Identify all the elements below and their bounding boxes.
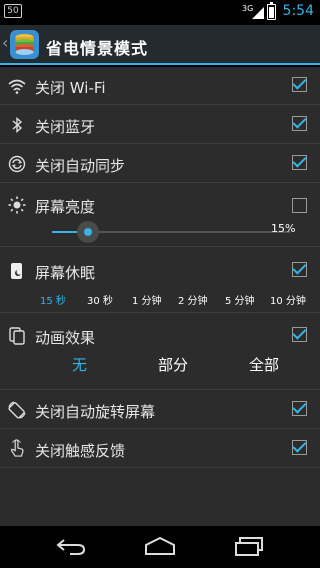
back-icon[interactable] bbox=[56, 536, 88, 556]
clock: 5:54 bbox=[282, 3, 314, 19]
animation-icon bbox=[9, 327, 25, 345]
recent-apps-icon[interactable] bbox=[234, 536, 266, 556]
setting-row-sync[interactable]: 关闭自动同步 bbox=[0, 145, 320, 183]
setting-label: 关闭触感反馈 bbox=[35, 442, 126, 460]
screen-sleep-icon bbox=[11, 263, 22, 279]
status-bar: 50 3G 5:54 bbox=[0, 0, 320, 25]
setting-row-animation[interactable]: 动画效果 bbox=[0, 314, 320, 390]
up-navigation-icon[interactable]: ‹ bbox=[2, 33, 8, 52]
sync-checkbox[interactable] bbox=[292, 155, 307, 170]
sleep-option[interactable]: 10 分钟 bbox=[270, 292, 306, 307]
setting-label: 关闭 Wi-Fi bbox=[35, 79, 106, 97]
sleep-option[interactable]: 5 分钟 bbox=[225, 292, 255, 307]
signal-icon bbox=[252, 7, 264, 19]
setting-row-wifi[interactable]: 关闭 Wi-Fi bbox=[0, 67, 320, 105]
setting-label: 屏幕亮度 bbox=[35, 198, 96, 216]
animation-checkbox[interactable] bbox=[292, 327, 307, 342]
navigation-bar bbox=[0, 526, 320, 568]
sleep-option[interactable]: 15 秒 bbox=[40, 292, 66, 307]
haptic-checkbox[interactable] bbox=[292, 440, 307, 455]
setting-row-bluetooth[interactable]: 关闭蓝牙 bbox=[0, 106, 320, 144]
animation-option[interactable]: 部分 bbox=[158, 354, 188, 375]
brightness-icon bbox=[8, 196, 26, 214]
notification-badge: 50 bbox=[4, 4, 22, 18]
rotate-icon bbox=[8, 401, 26, 419]
bluetooth-icon bbox=[12, 116, 23, 134]
setting-label: 关闭自动旋转屏幕 bbox=[35, 403, 156, 421]
animation-option[interactable]: 无 bbox=[72, 354, 87, 375]
setting-label: 关闭蓝牙 bbox=[35, 118, 96, 136]
sleep-option[interactable]: 30 秒 bbox=[87, 292, 113, 307]
setting-label: 动画效果 bbox=[35, 329, 96, 347]
sleep-checkbox[interactable] bbox=[292, 262, 307, 277]
home-icon[interactable] bbox=[143, 536, 177, 556]
setting-row-rotation[interactable]: 关闭自动旋转屏幕 bbox=[0, 391, 320, 429]
battery-icon bbox=[267, 2, 276, 20]
wifi-checkbox[interactable] bbox=[292, 77, 307, 92]
page-title: 省电情景模式 bbox=[46, 39, 149, 58]
sleep-option[interactable]: 1 分钟 bbox=[132, 292, 162, 307]
brightness-slider[interactable] bbox=[52, 221, 290, 243]
setting-label: 屏幕休眠 bbox=[35, 264, 96, 282]
setting-row-brightness[interactable]: 屏幕亮度 bbox=[0, 184, 320, 247]
sleep-option[interactable]: 2 分钟 bbox=[178, 292, 208, 307]
brightness-slider-thumb[interactable] bbox=[77, 221, 99, 243]
battery-stack-icon[interactable] bbox=[10, 30, 39, 59]
setting-label: 关闭自动同步 bbox=[35, 157, 126, 175]
settings-list: 关闭 Wi-Fi 关闭蓝牙 关闭自动同步 屏幕亮度 15% 屏幕休眠 15 秒 … bbox=[0, 67, 320, 526]
touch-feedback-icon bbox=[10, 439, 24, 457]
sync-icon bbox=[8, 155, 26, 173]
rotation-checkbox[interactable] bbox=[292, 401, 307, 416]
brightness-checkbox[interactable] bbox=[292, 198, 307, 213]
action-bar: ‹ 省电情景模式 bbox=[0, 25, 320, 65]
setting-row-haptic[interactable]: 关闭触感反馈 bbox=[0, 430, 320, 468]
wifi-icon bbox=[8, 79, 26, 94]
brightness-value: 15% bbox=[271, 222, 296, 235]
bluetooth-checkbox[interactable] bbox=[292, 116, 307, 131]
animation-option[interactable]: 全部 bbox=[249, 354, 279, 375]
